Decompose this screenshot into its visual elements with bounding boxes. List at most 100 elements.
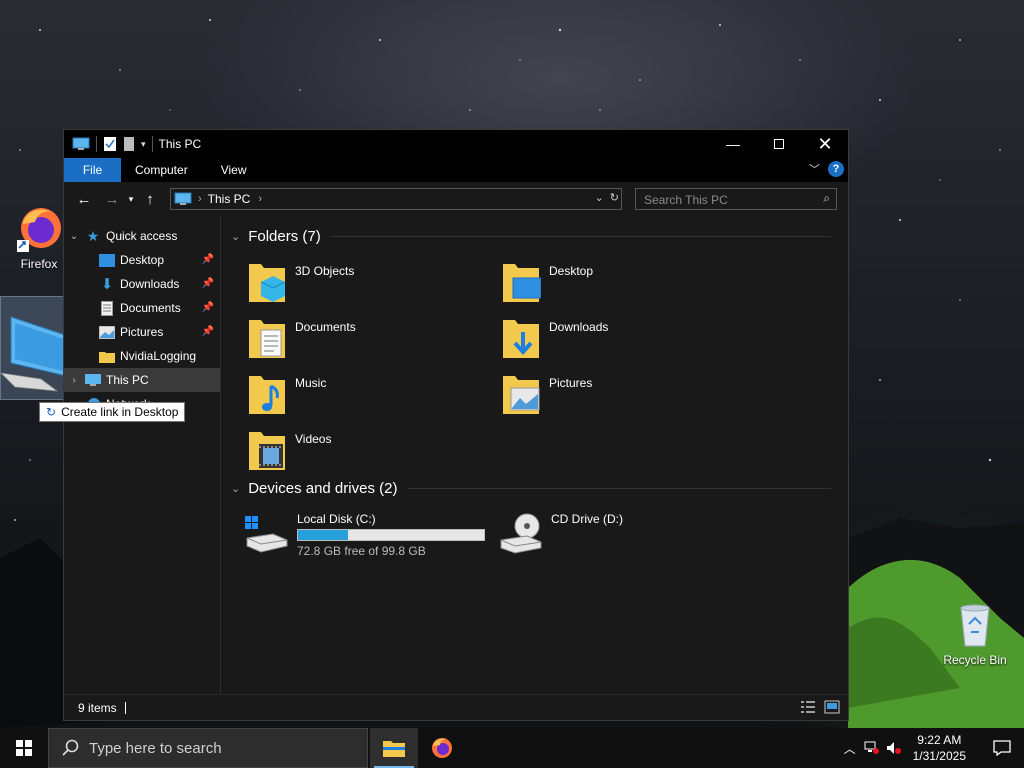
close-icon: ✕ bbox=[817, 133, 833, 154]
arrow-right-icon: → bbox=[104, 190, 120, 208]
file-explorer-window: ▾ This PC — ✕ File Computer View ﹀ ? ← →… bbox=[63, 129, 849, 721]
link-icon: ↻ bbox=[46, 405, 57, 419]
local-disk-icon bbox=[245, 516, 288, 553]
nav-item-downloads[interactable]: ⬇ Downloads 📌 bbox=[64, 272, 220, 296]
toolbar-separator bbox=[151, 136, 153, 152]
downloads-folder-icon bbox=[503, 320, 539, 358]
drive-local-disk-c[interactable]: Local Disk (C:) 72.8 GB free of 99.8 GB bbox=[243, 512, 485, 558]
pin-icon[interactable]: 📌 bbox=[202, 278, 214, 289]
drives-group-header[interactable]: ⌄ Devices and drives (2) bbox=[231, 480, 831, 497]
folder-documents[interactable]: Documents bbox=[247, 316, 356, 360]
drive-usage-bar bbox=[297, 529, 485, 541]
forward-button[interactable]: → bbox=[100, 187, 124, 211]
maximize-button[interactable] bbox=[756, 130, 802, 158]
this-pc-icon bbox=[72, 137, 90, 150]
large-icons-view-icon[interactable] bbox=[824, 700, 840, 714]
quick-access-toolbar: ▾ bbox=[64, 136, 153, 152]
collapse-chevron-icon[interactable]: ⌄ bbox=[231, 230, 240, 243]
nav-item-pictures[interactable]: Pictures 📌 bbox=[64, 320, 220, 344]
back-button[interactable]: ← bbox=[72, 187, 96, 211]
details-view-icon[interactable] bbox=[800, 700, 816, 714]
window-title: This PC bbox=[158, 137, 202, 151]
pin-icon[interactable]: 📌 bbox=[202, 302, 214, 313]
network-status-icon[interactable] bbox=[861, 741, 883, 755]
start-button[interactable] bbox=[0, 728, 48, 768]
recent-locations-button[interactable]: ▾ bbox=[124, 187, 138, 211]
tab-view[interactable]: View bbox=[201, 158, 260, 182]
breadcrumb-separator-icon[interactable]: › bbox=[258, 193, 262, 205]
customize-toolbar-chevron-icon[interactable]: ▾ bbox=[141, 139, 146, 150]
folder-label: Documents bbox=[295, 320, 356, 334]
tab-file[interactable]: File bbox=[64, 158, 121, 182]
desktop-icon-firefox[interactable]: Firefox bbox=[12, 204, 66, 271]
refresh-icon[interactable]: ↻ bbox=[610, 191, 619, 204]
taskbar-app-firefox[interactable] bbox=[418, 728, 466, 768]
folder-desktop[interactable]: Desktop bbox=[501, 260, 593, 304]
clock[interactable]: 9:22 AM 1/31/2025 bbox=[913, 732, 966, 764]
address-dropdown-icon[interactable]: ⌄ bbox=[595, 191, 604, 204]
nav-item-label: This PC bbox=[106, 373, 149, 387]
tab-computer[interactable]: Computer bbox=[121, 158, 201, 182]
pin-icon[interactable]: 📌 bbox=[202, 254, 214, 265]
desktop-icon-recycle-bin[interactable]: Recycle Bin bbox=[940, 600, 1010, 667]
folder-label: Downloads bbox=[549, 320, 609, 334]
pictures-folder-icon bbox=[503, 376, 540, 414]
drag-tooltip-text: Create link in Desktop bbox=[61, 405, 179, 419]
folder-label: Music bbox=[295, 376, 327, 390]
folder-videos[interactable]: Videos bbox=[247, 428, 331, 472]
breadcrumb-this-pc[interactable]: This PC bbox=[208, 192, 251, 206]
show-hidden-icons-chevron-icon[interactable]: ︿ bbox=[839, 740, 861, 757]
nav-item-documents[interactable]: Documents 📌 bbox=[64, 296, 220, 320]
system-tray: ︿ 9:22 AM 1/31/2025 bbox=[839, 728, 1024, 768]
taskbar-app-file-explorer[interactable] bbox=[370, 728, 418, 768]
status-bar: 9 items bbox=[64, 694, 848, 720]
taskbar: Type here to search ︿ 9:22 AM 1/31/2025 bbox=[0, 728, 1024, 768]
title-bar[interactable]: ▾ This PC — ✕ bbox=[64, 130, 848, 158]
folder-downloads[interactable]: Downloads bbox=[501, 316, 608, 360]
volume-muted-icon[interactable] bbox=[883, 741, 905, 755]
desktop-icon-label: Firefox bbox=[20, 257, 58, 271]
expand-chevron-down-icon[interactable]: ⌄ bbox=[64, 231, 84, 242]
collapse-chevron-icon[interactable]: ⌄ bbox=[231, 482, 240, 495]
notification-center-icon[interactable] bbox=[980, 740, 1024, 756]
nav-item-label: NvidiaLogging bbox=[120, 349, 197, 363]
clock-date: 1/31/2025 bbox=[912, 749, 966, 763]
desktop-icon-label: Recycle Bin bbox=[943, 653, 1007, 667]
address-bar[interactable]: › This PC › ⌄ ↻ bbox=[170, 188, 622, 210]
folder-music[interactable]: Music bbox=[247, 372, 326, 416]
close-button[interactable]: ✕ bbox=[802, 130, 848, 158]
taskbar-search-input[interactable]: Type here to search bbox=[48, 728, 368, 768]
help-icon[interactable]: ? bbox=[828, 161, 844, 177]
folder-label: Videos bbox=[295, 432, 332, 446]
nav-quick-access[interactable]: ⌄ ★ Quick access bbox=[64, 224, 220, 248]
maximize-icon bbox=[774, 139, 784, 149]
folder-pictures[interactable]: Pictures bbox=[501, 372, 592, 416]
search-placeholder: Search This PC bbox=[644, 193, 728, 207]
folder-icon bbox=[98, 348, 116, 364]
minimize-button[interactable]: — bbox=[710, 130, 756, 158]
drive-name: Local Disk (C:) bbox=[297, 512, 376, 526]
nav-item-label: Downloads bbox=[120, 277, 180, 291]
drive-cd-d[interactable]: CD Drive (D:) bbox=[497, 512, 623, 554]
new-folder-icon[interactable] bbox=[123, 136, 135, 152]
folders-group-header[interactable]: ⌄ Folders (7) bbox=[231, 228, 831, 245]
navigation-pane[interactable]: ⌄ ★ Quick access Desktop 📌 ⬇ Downloads 📌… bbox=[64, 216, 221, 694]
pin-icon[interactable]: 📌 bbox=[202, 326, 214, 337]
drive-free-space: 72.8 GB free of 99.8 GB bbox=[297, 544, 426, 558]
properties-icon[interactable] bbox=[103, 136, 117, 152]
expand-chevron-right-icon[interactable]: › bbox=[64, 375, 84, 386]
folder-3d-objects[interactable]: 3D Objects bbox=[247, 260, 354, 304]
recycle-bin-icon bbox=[960, 604, 990, 647]
search-input[interactable]: Search This PC ⌕ bbox=[635, 188, 837, 210]
nav-item-this-pc[interactable]: › This PC bbox=[64, 368, 220, 392]
content-pane[interactable]: ⌄ Folders (7) 3D Objects Desktop Documen… bbox=[221, 216, 848, 694]
nav-item-desktop[interactable]: Desktop 📌 bbox=[64, 248, 220, 272]
breadcrumb-separator-icon[interactable]: › bbox=[198, 193, 202, 205]
up-button[interactable]: ↑ bbox=[138, 187, 162, 211]
group-divider bbox=[330, 236, 831, 237]
nav-item-nvidialogging[interactable]: NvidiaLogging bbox=[64, 344, 220, 368]
documents-folder-icon bbox=[249, 320, 285, 358]
status-divider bbox=[124, 701, 126, 714]
expand-ribbon-chevron-icon[interactable]: ﹀ bbox=[809, 161, 820, 177]
arrow-up-icon: ↑ bbox=[146, 190, 154, 208]
